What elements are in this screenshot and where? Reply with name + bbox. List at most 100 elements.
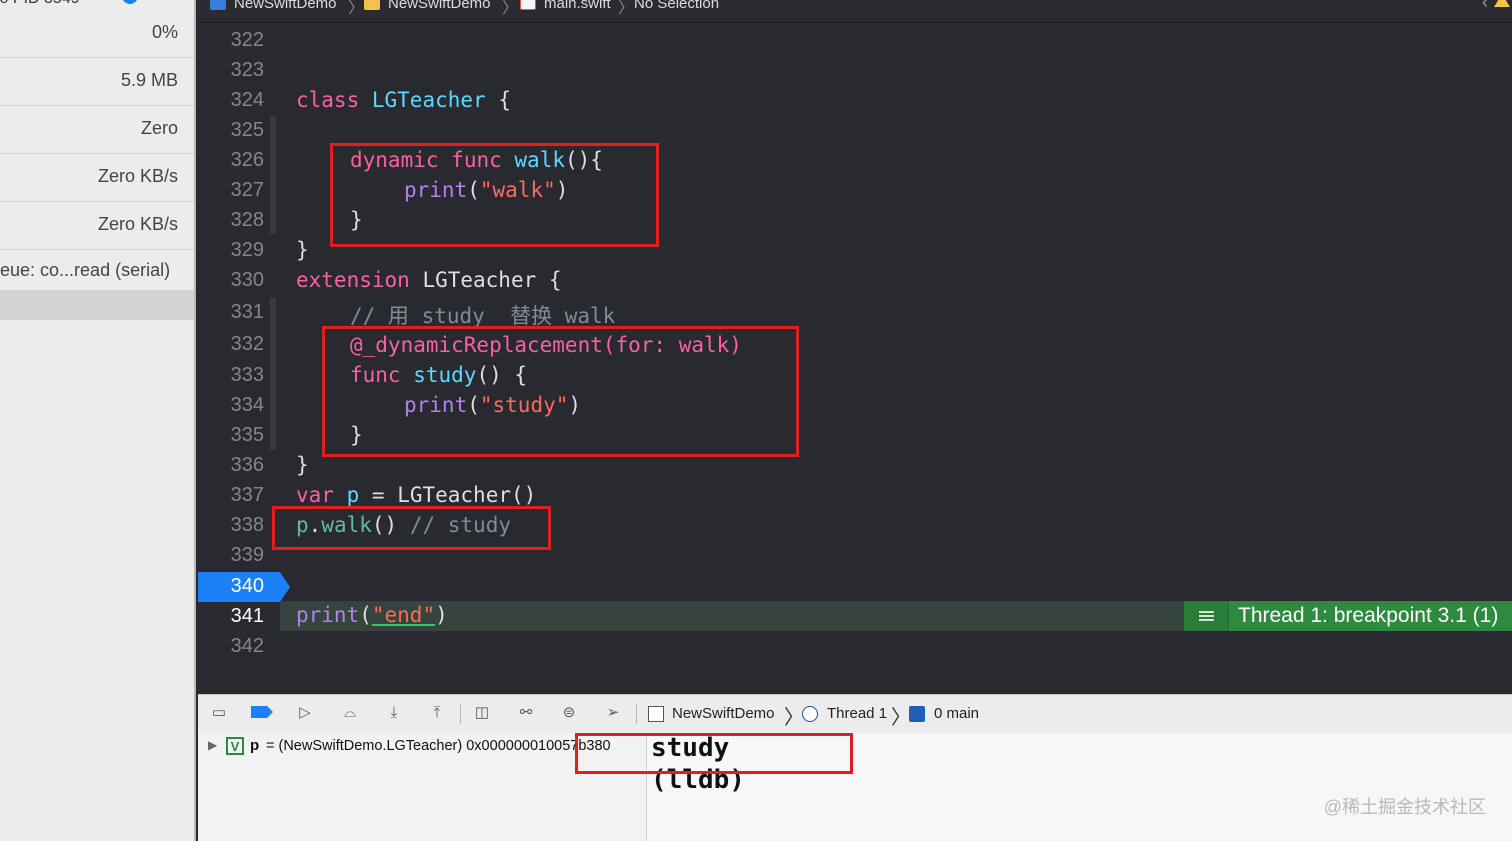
line-number: 326 bbox=[230, 149, 264, 171]
breadcrumb-project[interactable]: NewSwiftDemo bbox=[234, 0, 337, 12]
code-text: ) bbox=[435, 603, 448, 627]
folder-icon bbox=[364, 0, 380, 10]
code-line-330[interactable]: extension LGTeacher { bbox=[296, 268, 562, 292]
debug-path-frame[interactable]: 0 main bbox=[934, 705, 979, 722]
code-line-336[interactable]: } bbox=[296, 453, 309, 477]
keyword: extension bbox=[296, 268, 410, 292]
type-name: LGTeacher bbox=[371, 88, 486, 112]
swift-file-icon bbox=[520, 0, 536, 10]
debug-path-separator: 〉 bbox=[891, 707, 911, 729]
memory-graph-icon[interactable]: ⚯ bbox=[516, 704, 536, 722]
line-number: 329 bbox=[230, 239, 264, 261]
cpu-row[interactable]: 0% bbox=[0, 10, 194, 58]
hide-debug-area-icon[interactable]: ▭ bbox=[209, 704, 229, 722]
line-number: 342 bbox=[230, 635, 264, 657]
breadcrumb: NewSwiftDemo 〉 NewSwiftDemo 〉 main.swift… bbox=[198, 0, 1512, 23]
keyword: class bbox=[296, 88, 360, 112]
line-number: 327 bbox=[230, 179, 264, 201]
code-text: ( bbox=[359, 603, 372, 627]
code-fold-ribbon[interactable] bbox=[270, 298, 276, 450]
line-number: 323 bbox=[230, 59, 264, 81]
warning-icon[interactable] bbox=[1494, 0, 1510, 7]
type-name: LGTeacher bbox=[397, 483, 511, 507]
breadcrumb-separator: 〉 bbox=[502, 0, 519, 17]
simulate-location-icon[interactable]: ➢ bbox=[603, 704, 623, 722]
debug-navigator: io PID 3549 0% 5.9 MB Zero Zero KB/s Zer… bbox=[0, 0, 196, 841]
highlight-box-output bbox=[575, 733, 853, 774]
stack-frame-icon bbox=[909, 706, 925, 722]
selected-row[interactable] bbox=[0, 290, 194, 320]
variable-name[interactable]: p bbox=[250, 737, 259, 754]
breadcrumb-separator: 〉 bbox=[348, 0, 365, 17]
string-literal: "end" bbox=[371, 603, 436, 627]
debug-path-app[interactable]: NewSwiftDemo bbox=[672, 705, 775, 722]
cpu-value: 0% bbox=[151, 22, 178, 42]
breadcrumb-selection[interactable]: No Selection bbox=[634, 0, 719, 12]
highlight-box-call bbox=[272, 506, 551, 550]
process-id-label: io PID 3549 bbox=[0, 0, 80, 8]
line-number: 325 bbox=[230, 119, 264, 141]
highlight-box-replacement bbox=[322, 326, 799, 457]
code-line-329[interactable]: } bbox=[296, 238, 309, 262]
line-number: 328 bbox=[230, 209, 264, 231]
thread-icon bbox=[802, 706, 818, 722]
breakpoints-toggle-icon[interactable] bbox=[250, 704, 274, 722]
line-number: 334 bbox=[230, 394, 264, 416]
line-number: 338 bbox=[230, 514, 264, 536]
debug-path-thread[interactable]: Thread 1 bbox=[827, 705, 887, 722]
line-number: 339 bbox=[230, 544, 264, 566]
toolbar-divider bbox=[460, 704, 461, 724]
line-number: 324 bbox=[230, 89, 264, 111]
breadcrumb-file[interactable]: main.swift bbox=[544, 0, 611, 12]
thread-badge-label: Thread 1: breakpoint 3.1 (1) bbox=[1238, 604, 1499, 627]
hamburger-icon[interactable] bbox=[1184, 601, 1229, 631]
network-row[interactable]: Zero KB/s bbox=[0, 202, 194, 250]
energy-value: Zero bbox=[140, 118, 178, 138]
disk-row[interactable]: Zero KB/s bbox=[0, 154, 194, 202]
queue-label: eue: co...read (serial) bbox=[0, 260, 171, 280]
highlight-box-dynamic-func bbox=[330, 143, 659, 247]
line-number: 336 bbox=[230, 454, 264, 476]
breakpoint-shape-icon bbox=[251, 706, 273, 718]
back-chevron-icon[interactable]: ‹ bbox=[1482, 0, 1488, 13]
info-icon[interactable] bbox=[122, 0, 138, 4]
energy-row[interactable]: Zero bbox=[0, 106, 194, 154]
project-icon bbox=[210, 0, 226, 10]
step-out-icon[interactable]: ⤒ bbox=[427, 704, 447, 722]
line-number: 322 bbox=[230, 29, 264, 51]
memory-value: 5.9 MB bbox=[120, 70, 178, 90]
code-line-337[interactable]: var p = LGTeacher() bbox=[296, 483, 536, 507]
variable-kind-badge: V bbox=[226, 737, 244, 755]
keyword: var bbox=[296, 483, 334, 507]
code-text: { bbox=[485, 88, 511, 112]
line-number: 333 bbox=[230, 364, 264, 386]
line-number: 332 bbox=[230, 333, 264, 355]
code-text: () bbox=[510, 483, 537, 507]
library-function: print bbox=[296, 603, 360, 627]
breadcrumb-group[interactable]: NewSwiftDemo bbox=[388, 0, 491, 12]
breadcrumb-separator: 〉 bbox=[618, 0, 635, 17]
network-value: Zero KB/s bbox=[97, 214, 178, 234]
debug-path-separator: 〉 bbox=[784, 707, 804, 729]
variable-value[interactable]: = (NewSwiftDemo.LGTeacher) 0x00000001005… bbox=[266, 738, 611, 754]
line-number: 330 bbox=[230, 269, 264, 291]
code-fold-ribbon[interactable] bbox=[270, 116, 276, 234]
line-number: 331 bbox=[230, 301, 264, 323]
step-into-icon[interactable]: ⤓ bbox=[384, 704, 404, 722]
code-line-324[interactable]: class LGTeacher { bbox=[296, 88, 511, 112]
watermark: @稀土掘金技术社区 bbox=[1323, 797, 1486, 817]
disclosure-triangle-icon[interactable]: ▶ bbox=[208, 738, 217, 752]
code-line-341[interactable]: print("end") bbox=[296, 603, 448, 627]
disk-value: Zero KB/s bbox=[97, 166, 178, 186]
code-text: = bbox=[359, 483, 398, 507]
type-name: LGTeacher bbox=[422, 268, 537, 292]
view-hierarchy-icon[interactable]: ◫ bbox=[472, 704, 492, 722]
memory-row[interactable]: 5.9 MB bbox=[0, 58, 194, 106]
environment-overrides-icon[interactable]: ⊜ bbox=[559, 704, 579, 722]
step-over-icon[interactable]: ⌓ bbox=[340, 704, 360, 722]
continue-icon[interactable]: ▷ bbox=[295, 704, 315, 722]
breakpoint-line-number: 340 bbox=[230, 575, 264, 597]
thread-breakpoint-badge[interactable]: Thread 1: breakpoint 3.1 (1) bbox=[1184, 601, 1512, 631]
line-number: 335 bbox=[230, 424, 264, 446]
breakpoint-marker[interactable]: 340 bbox=[198, 572, 290, 602]
